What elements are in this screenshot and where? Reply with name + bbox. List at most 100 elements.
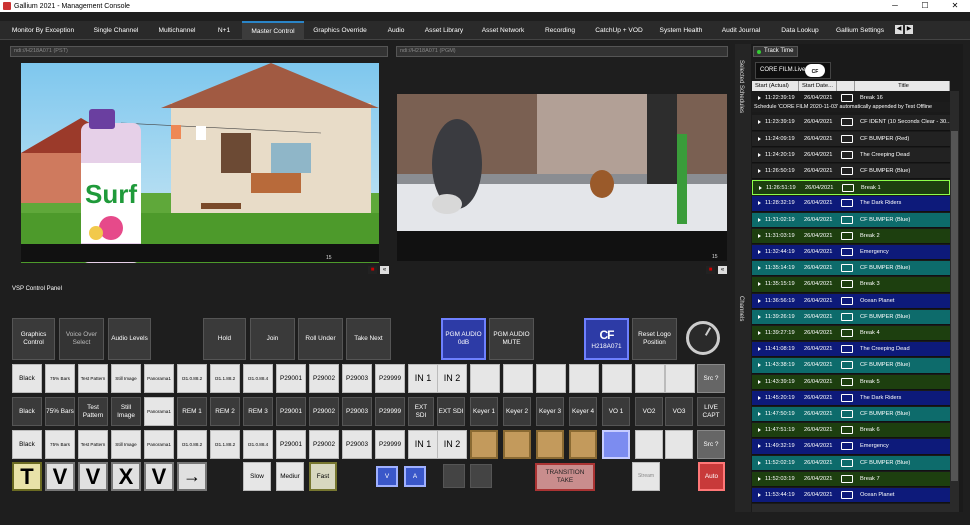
tab-audit-journal[interactable]: Audit Journal bbox=[710, 21, 772, 40]
row2-panorama-button[interactable]: Panorama1 bbox=[144, 397, 174, 426]
expand-row-icon[interactable] bbox=[758, 428, 761, 433]
row1-p29002-button[interactable]: P29002 bbox=[309, 364, 339, 393]
graphics-control-button[interactable]: Graphics Control bbox=[12, 318, 55, 360]
row2-bars-button[interactable]: 75% Bars bbox=[45, 397, 75, 426]
tab-gallium-settings[interactable]: Gallium Settings bbox=[828, 21, 892, 40]
expand-row-icon[interactable] bbox=[758, 120, 761, 125]
tab-multichannel[interactable]: Multichannel bbox=[148, 21, 206, 40]
row3-p29999-button[interactable]: P29999 bbox=[375, 430, 405, 459]
preview-collapse-icon[interactable]: « bbox=[380, 266, 389, 274]
schedule-row[interactable]: 11:32:44:19 26/04/2021 Emergency bbox=[752, 245, 950, 261]
row2-still-image-button[interactable]: Still Image bbox=[111, 397, 141, 426]
expand-row-icon[interactable] bbox=[758, 250, 761, 254]
expand-row-icon[interactable] bbox=[758, 493, 761, 497]
schedule-row[interactable]: 11:26:51:19 26/04/2021 Break 1 bbox=[752, 180, 950, 196]
row3-src-button[interactable]: Src ? bbox=[697, 430, 725, 459]
voice-over-select-button[interactable]: Voice Over Select bbox=[59, 318, 104, 360]
blank-toggle-button[interactable] bbox=[470, 464, 492, 488]
row3-test-pattern-button[interactable]: Test Pattern bbox=[78, 430, 108, 459]
tab-catchup-vod[interactable]: CatchUp + VOD bbox=[586, 21, 652, 40]
expand-row-icon[interactable] bbox=[758, 282, 761, 287]
tab-scroll-left-icon[interactable]: ◀ bbox=[895, 25, 903, 34]
hold-button[interactable]: Hold bbox=[203, 318, 246, 360]
wipe-t-button[interactable]: T bbox=[12, 462, 42, 491]
channels-tab[interactable]: Channels bbox=[738, 296, 744, 321]
row1-in1-button[interactable]: IN 1 bbox=[408, 364, 438, 393]
expand-row-icon[interactable] bbox=[758, 395, 761, 400]
channel-logo-button[interactable]: CF H218A071 bbox=[584, 318, 629, 360]
row1-source-button[interactable]: I31.1.88.2 bbox=[210, 364, 240, 393]
schedule-row[interactable]: 11:26:50:19 26/04/2021 CF BUMPER (Blue) bbox=[752, 164, 950, 180]
schedule-row[interactable]: 11:52:02:19 26/04/2021 CF BUMPER (Blue) bbox=[752, 455, 950, 471]
expand-row-icon[interactable] bbox=[759, 186, 762, 191]
tab-audio[interactable]: Audio bbox=[376, 21, 416, 40]
row1-blank-button[interactable] bbox=[470, 364, 500, 393]
row2-rem2-button[interactable]: REM 2 bbox=[210, 397, 240, 426]
expand-row-icon[interactable] bbox=[758, 201, 761, 206]
vo1-button[interactable]: VO 1 bbox=[602, 397, 630, 426]
schedule-row[interactable]: 11:43:38:19 26/04/2021 CF BUMPER (Blue) bbox=[752, 358, 950, 374]
vo3-preview-button[interactable] bbox=[665, 430, 693, 459]
row1-blank-button[interactable] bbox=[602, 364, 632, 393]
selected-schedules-tab[interactable]: Selected Schedules bbox=[738, 60, 744, 113]
row3-p29001-button[interactable]: P29001 bbox=[276, 430, 306, 459]
expand-row-icon[interactable] bbox=[758, 314, 761, 319]
tab-scroll-right-icon[interactable]: ▶ bbox=[905, 25, 913, 34]
vo1-preview-button[interactable] bbox=[602, 430, 630, 459]
expand-row-icon[interactable] bbox=[758, 331, 761, 335]
close-icon[interactable]: ✕ bbox=[940, 0, 970, 12]
row3-source-button[interactable]: I31.0.88.4 bbox=[243, 430, 273, 459]
row1-black-button[interactable]: Black bbox=[12, 364, 42, 393]
schedule-row[interactable]: 11:24:09:19 26/04/2021 CF BUMPER (Red) bbox=[752, 131, 950, 147]
row1-blank-button[interactable] bbox=[635, 364, 665, 393]
schedule-row[interactable]: 11:41:08:19 26/04/2021 The Creeping Dead bbox=[752, 342, 950, 358]
row2-p29003-button[interactable]: P29003 bbox=[342, 397, 372, 426]
tab-graphics-override[interactable]: Graphics Override bbox=[304, 21, 376, 40]
medium-button[interactable]: Mediur bbox=[276, 462, 304, 491]
roll-under-button[interactable]: Roll Under bbox=[298, 318, 343, 360]
row1-p29001-button[interactable]: P29001 bbox=[276, 364, 306, 393]
wipe-x-button[interactable]: X bbox=[111, 462, 141, 491]
schedule-row[interactable]: 11:45:20:19 26/04/2021 The Dark Riders bbox=[752, 390, 950, 406]
minimize-icon[interactable]: ─ bbox=[880, 0, 910, 12]
track-time-toggle[interactable]: Track Time bbox=[753, 46, 798, 57]
row1-blank-button[interactable] bbox=[503, 364, 533, 393]
row1-still-image-button[interactable]: Still Image bbox=[111, 364, 141, 393]
keyer-4-button[interactable]: Keyer 4 bbox=[569, 397, 597, 426]
schedule-row[interactable]: 11:28:32:19 26/04/2021 The Dark Riders bbox=[752, 196, 950, 212]
wipe-v-button[interactable]: V bbox=[45, 462, 75, 491]
pgm-audio-button[interactable]: PGM AUDIO 0dB bbox=[441, 318, 486, 360]
schedule-row[interactable]: 11:47:50:19 26/04/2021 CF BUMPER (Blue) bbox=[752, 407, 950, 423]
schedule-hscrollbar[interactable] bbox=[752, 504, 950, 512]
schedule-row[interactable]: 11:23:39:19 26/04/2021 CF IDENT (10 Second… bbox=[752, 115, 950, 131]
keyer-2-preview-button[interactable] bbox=[503, 430, 531, 459]
row3-p29002-button[interactable]: P29002 bbox=[309, 430, 339, 459]
take-next-button[interactable]: Take Next bbox=[346, 318, 391, 360]
tab-monitor-by-exception[interactable]: Monitor By Exception bbox=[2, 21, 84, 40]
tab-asset-library[interactable]: Asset Library bbox=[416, 21, 472, 40]
row2-ext-sdi-button[interactable]: EXT SDI bbox=[437, 397, 465, 426]
schedule-row[interactable]: 11:31:02:19 26/04/2021 CF BUMPER (Blue) bbox=[752, 212, 950, 228]
expand-row-icon[interactable] bbox=[758, 152, 761, 157]
row1-src-button[interactable]: Src ? bbox=[697, 364, 725, 393]
expand-row-icon[interactable] bbox=[758, 444, 761, 449]
vo3-button[interactable]: VO3 bbox=[665, 397, 693, 426]
col-start-date[interactable]: Start Date... bbox=[799, 81, 837, 91]
row2-black-button[interactable]: Black bbox=[12, 397, 42, 426]
video-toggle-button[interactable]: V bbox=[376, 466, 398, 487]
expand-row-icon[interactable] bbox=[758, 217, 761, 222]
blank-toggle-button[interactable] bbox=[443, 464, 465, 488]
program-record-icon[interactable]: ■ bbox=[706, 266, 715, 274]
col-start-actual[interactable]: Start (Actual) bbox=[752, 81, 799, 91]
vo2-preview-button[interactable] bbox=[635, 430, 663, 459]
schedule-row[interactable]: 11:43:39:19 26/04/2021 Break 5 bbox=[752, 374, 950, 390]
auto-button[interactable]: Auto bbox=[698, 462, 725, 491]
schedule-row[interactable]: 11:31:03:19 26/04/2021 Break 2 bbox=[752, 228, 950, 244]
keyer-3-preview-button[interactable] bbox=[536, 430, 564, 459]
row1-p29003-button[interactable]: P29003 bbox=[342, 364, 372, 393]
col-title[interactable]: Title bbox=[855, 81, 950, 91]
preview-record-icon[interactable]: ■ bbox=[368, 266, 377, 274]
transition-take-button[interactable]: TRANSITION TAKE bbox=[535, 463, 595, 491]
row2-p29001-button[interactable]: P29001 bbox=[276, 397, 306, 426]
schedule-row[interactable]: 11:53:44:19 26/04/2021 Ocean Planet bbox=[752, 488, 950, 504]
